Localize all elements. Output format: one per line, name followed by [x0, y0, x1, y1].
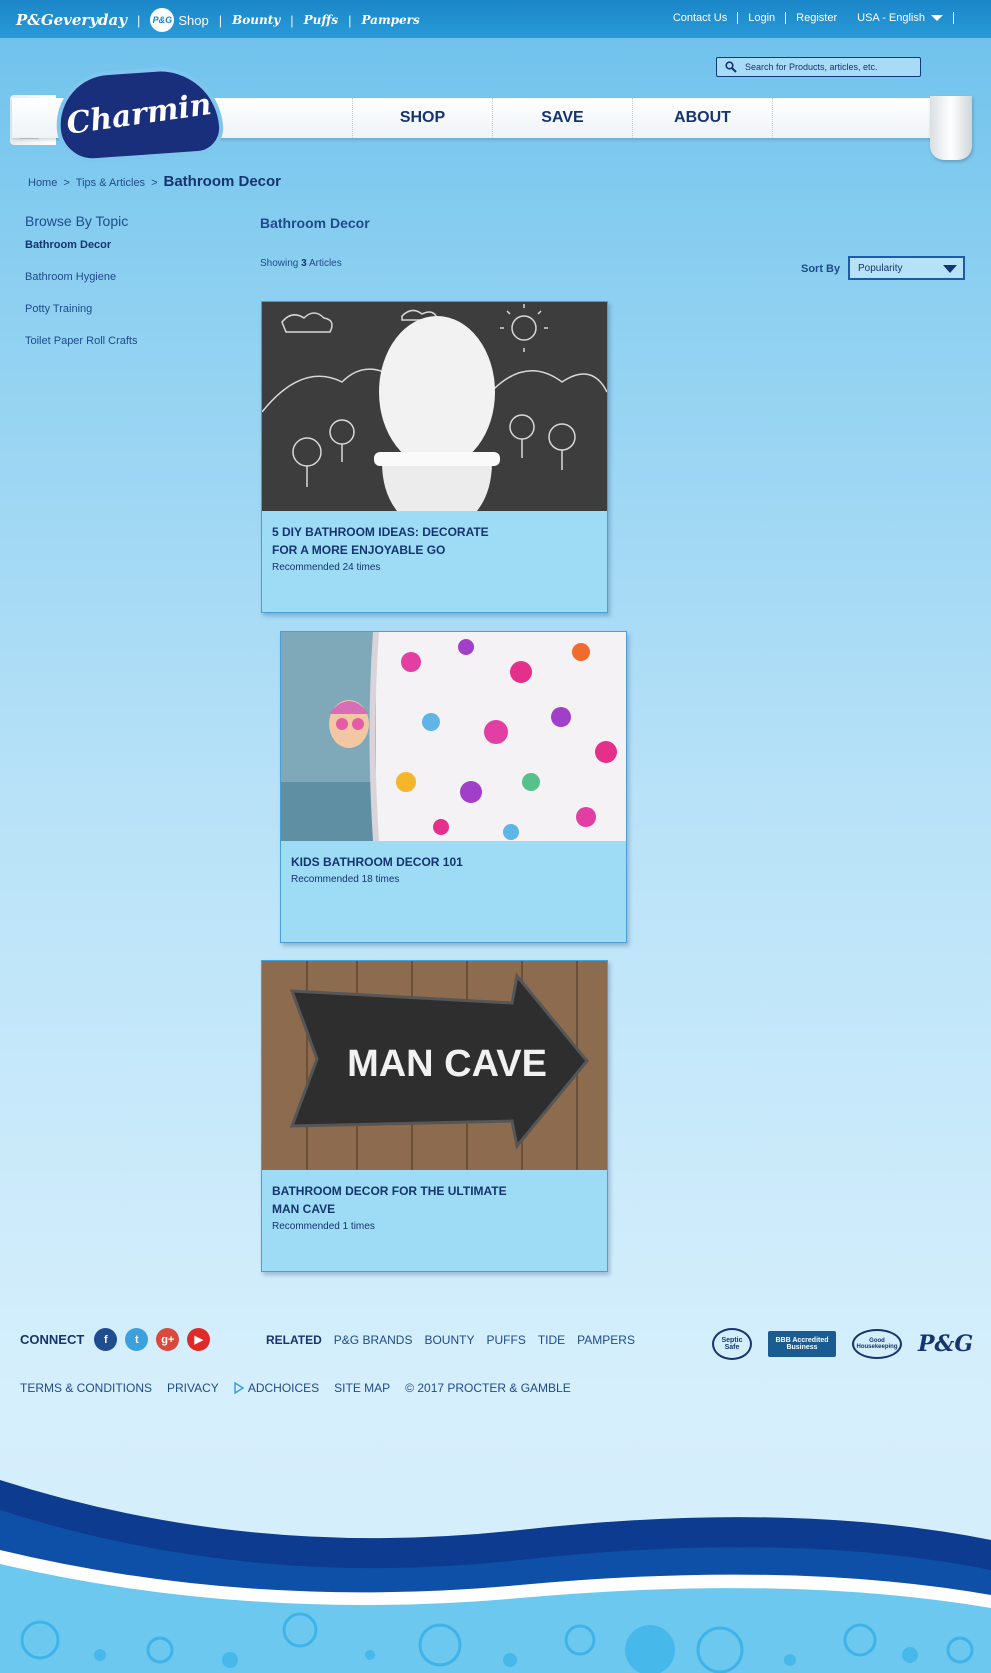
article-card[interactable]: 5 DIY Bathroom Ideas: Decorate for a Mor… [261, 301, 608, 613]
related-link-pg-brands[interactable]: P&G BRANDS [334, 1333, 413, 1347]
logo-text: Charmin [64, 86, 214, 142]
search-input[interactable] [743, 61, 917, 73]
youtube-icon[interactable]: ▶ [187, 1328, 211, 1351]
good-housekeeping-badge: Good Housekeeping [852, 1329, 902, 1359]
copyright: © 2017 PROCTER & GAMBLE [405, 1381, 571, 1395]
sidebar-item-bathroom-decor[interactable]: Bathroom Decor [25, 239, 225, 271]
bbb-badge[interactable]: BBB Accredited Business [768, 1331, 836, 1357]
login-link[interactable]: Login [738, 12, 787, 24]
results-count: Showing 3 Articles [260, 258, 342, 269]
breadcrumb-separator: > [63, 177, 70, 189]
article-card[interactable]: Kids Bathroom Decor 101 Recommended 18 t… [280, 631, 627, 943]
divider: | [348, 12, 352, 28]
top-bar: P&Geveryday | P&G Shop | Bounty | Puffs … [0, 0, 991, 38]
article-recommended-count: Recommended 1 times [272, 1221, 375, 1232]
article-title: 5 DIY Bathroom Ideas: Decorate for a Mor… [272, 525, 489, 557]
sort-label: Sort By [801, 263, 841, 275]
divider: | [290, 12, 294, 28]
google-plus-icon[interactable]: g+ [156, 1328, 180, 1351]
breadcrumb: Home > Tips & Articles > Bathroom Decor [28, 173, 281, 190]
sidebar-item-bathroom-hygiene[interactable]: Bathroom Hygiene [25, 271, 225, 303]
article-image-man-cave-sign: MAN CAVE [262, 961, 607, 1170]
sign-text: MAN CAVE [347, 1043, 547, 1085]
sidebar-item-toilet-paper-roll-crafts[interactable]: Toilet Paper Roll Crafts [25, 335, 225, 367]
related-link-tide[interactable]: TIDE [538, 1333, 565, 1347]
toilet-roll-graphic-right [930, 96, 972, 160]
septic-safe-badge: Septic Safe [712, 1328, 752, 1360]
article-title: Bathroom Decor for the Ultimate Man Cave [272, 1184, 507, 1216]
sort-value: Popularity [858, 262, 903, 274]
register-link[interactable]: Register [786, 12, 847, 24]
pg-everyday-link[interactable]: P&Geveryday [16, 11, 127, 29]
adchoices-icon [234, 1382, 244, 1394]
sort-select[interactable]: Popularity [848, 256, 965, 280]
sidebar-heading: Browse By Topic [25, 213, 129, 229]
nav-save[interactable]: SAVE [492, 98, 632, 138]
divider: | [136, 12, 141, 28]
pg-logo[interactable]: P&G [918, 1331, 973, 1357]
twitter-icon[interactable]: t [125, 1328, 149, 1351]
chevron-down-icon [931, 15, 943, 21]
terms-link[interactable]: TERMS & CONDITIONS [20, 1381, 152, 1395]
bounty-link[interactable]: Bounty [232, 13, 280, 27]
sidebar-item-potty-training[interactable]: Potty Training [25, 303, 225, 335]
showing-suffix: Articles [308, 258, 342, 269]
topic-sidebar: Browse By Topic Bathroom Decor Bathroom … [25, 213, 225, 367]
related-label: RELATED [266, 1333, 322, 1347]
main-nav: SHOP SAVE ABOUT [352, 98, 773, 138]
footer-badges: Septic Safe BBB Accredited Business Good… [712, 1328, 973, 1360]
breadcrumb-tips[interactable]: Tips & Articles [76, 177, 145, 189]
adchoices-label: ADCHOICES [247, 1381, 320, 1395]
locale-label: USA - English [857, 12, 925, 24]
pg-shop-label: Shop [178, 12, 209, 28]
related-brands: RELATED P&G BRANDS BOUNTY PUFFS TIDE PAM… [266, 1333, 635, 1347]
chevron-down-icon [943, 265, 957, 273]
pg-logo-icon: P&G [150, 8, 175, 32]
social-connect: CONNECT f t g+ ▶ [20, 1328, 211, 1351]
breadcrumb-current: Bathroom Decor [163, 173, 282, 190]
pg-shop-link[interactable]: P&G Shop [150, 8, 209, 32]
puffs-link[interactable]: Puffs [304, 13, 338, 27]
account-links: Contact Us Login Register USA - English [663, 12, 954, 24]
related-link-bounty[interactable]: BOUNTY [424, 1333, 474, 1347]
footer-links: TERMS & CONDITIONS PRIVACY ADCHOICES SIT… [20, 1381, 571, 1395]
decorative-wave-footer [0, 1480, 991, 1673]
article-image-kid-shower-curtain [281, 632, 626, 841]
facebook-icon[interactable]: f [94, 1328, 118, 1351]
brand-links: P&Geveryday | P&G Shop | Bounty | Puffs … [16, 8, 420, 32]
showing-prefix: Showing [260, 258, 299, 269]
related-link-puffs[interactable]: PUFFS [486, 1333, 525, 1347]
article-image-toilet-chalkboard [262, 302, 607, 511]
search-icon [725, 61, 737, 73]
locale-selector[interactable]: USA - English [847, 12, 954, 24]
breadcrumb-separator: > [151, 177, 158, 189]
site-map-link[interactable]: SITE MAP [334, 1381, 390, 1395]
breadcrumb-home[interactable]: Home [28, 177, 57, 189]
contact-us-link[interactable]: Contact Us [663, 12, 739, 24]
search-box[interactable] [716, 57, 921, 77]
article-recommended-count: Recommended 18 times [291, 874, 400, 885]
article-card[interactable]: MAN CAVE Bathroom Decor for the Ultimate… [261, 960, 608, 1272]
nav-about[interactable]: ABOUT [632, 98, 773, 138]
related-link-pampers[interactable]: PAMPERS [577, 1333, 635, 1347]
pampers-link[interactable]: Pampers [361, 13, 419, 27]
adchoices-link[interactable]: ADCHOICES [234, 1381, 319, 1395]
showing-count: 3 [301, 258, 307, 269]
divider: | [218, 12, 223, 28]
connect-label: CONNECT [20, 1332, 85, 1347]
article-title: Kids Bathroom Decor 101 [291, 855, 463, 869]
article-recommended-count: Recommended 24 times [272, 562, 381, 573]
charmin-logo[interactable]: Charmin [53, 63, 225, 165]
nav-shop[interactable]: SHOP [352, 98, 492, 138]
privacy-link[interactable]: PRIVACY [167, 1381, 219, 1395]
page-title: Bathroom Decor [260, 215, 370, 231]
